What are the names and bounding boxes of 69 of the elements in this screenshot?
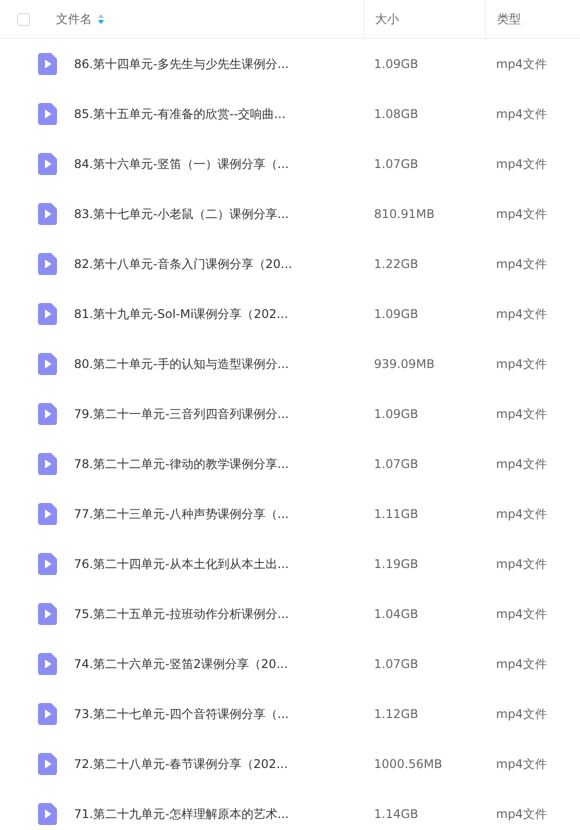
file-name[interactable]: 73.第二十七单元-四个音符课例分享（... [74,706,289,722]
video-file-icon [38,253,57,275]
file-size: 1.07GB [373,657,420,671]
file-size: 1.08GB [373,107,420,121]
file-type: mp4文件 [495,806,548,822]
file-type: mp4文件 [495,656,548,672]
sort-icon[interactable] [98,14,104,24]
file-type: mp4文件 [495,206,548,222]
file-type: mp4文件 [495,306,548,322]
file-size: 939.09MB [373,357,436,371]
file-name[interactable]: 85.第十五单元-有准备的欣赏--交响曲... [74,106,286,122]
file-size: 1.09GB [373,307,420,321]
file-size: 1.09GB [373,57,420,71]
column-header: 大小 [375,10,399,28]
file-size: 810.91MB [373,207,436,221]
file-name[interactable]: 74.第二十六单元-竖笛2课例分享（20... [74,656,288,672]
video-file-icon [38,303,57,325]
column-header: 文件名 [56,10,92,28]
file-type: mp4文件 [495,56,548,72]
file-name[interactable]: 76.第二十四单元-从本土化到从本土出... [74,556,289,572]
file-name[interactable]: 84.第十六单元-竖笛（一）课例分享（... [74,156,289,172]
video-file-icon [38,353,57,375]
video-file-icon [38,503,57,525]
video-file-icon [38,203,57,225]
file-type: mp4文件 [495,606,548,622]
file-size: 1.19GB [373,557,420,571]
file-name[interactable]: 86.第十四单元-多先生与少先生课例分... [74,56,289,72]
file-size: 1.04GB [373,607,420,621]
file-type: mp4文件 [495,756,548,772]
file-size: 1000.56MB [373,757,444,771]
file-size: 1.22GB [373,257,420,271]
video-file-icon [38,53,57,75]
file-type: mp4文件 [495,106,548,122]
file-name[interactable]: 77.第二十三单元-八种声势课例分享（... [74,506,289,522]
file-name[interactable]: 75.第二十五单元-拉班动作分析课例分... [74,606,289,622]
file-size: 1.12GB [373,707,420,721]
file-type: mp4文件 [495,356,548,372]
select-all-checkbox[interactable] [17,12,30,26]
file-type: mp4文件 [495,156,548,172]
video-file-icon [38,703,57,725]
file-type: mp4文件 [495,556,548,572]
file-name[interactable]: 78.第二十二单元-律动的教学课例分享... [74,456,289,472]
file-name[interactable]: 79.第二十一单元-三音列四音列课例分... [74,406,289,422]
file-name[interactable]: 81.第十九单元-Sol-Mi课例分享（202... [74,306,288,322]
video-file-icon [38,553,57,575]
file-name[interactable]: 83.第十七单元-小老鼠（二）课例分享... [74,206,289,222]
file-type: mp4文件 [495,706,548,722]
file-name[interactable]: 82.第十八单元-音条入门课例分享（20... [74,256,292,272]
file-size: 1.07GB [373,157,420,171]
video-file-icon [38,803,57,825]
file-type: mp4文件 [495,456,548,472]
video-file-icon [38,153,57,175]
file-size: 1.14GB [373,807,420,821]
video-file-icon [38,753,57,775]
video-file-icon [38,103,57,125]
file-size: 1.11GB [373,507,420,521]
column-header: 类型 [497,10,521,28]
file-type: mp4文件 [495,406,548,422]
file-name[interactable]: 72.第二十八单元-春节课例分享（202... [74,756,288,772]
file-size: 1.07GB [373,457,420,471]
video-file-icon [38,453,57,475]
file-name[interactable]: 80.第二十单元-手的认知与造型课例分... [74,356,289,372]
file-type: mp4文件 [495,506,548,522]
file-type: mp4文件 [495,256,548,272]
video-file-icon [38,403,57,425]
video-file-icon [38,653,57,675]
file-name[interactable]: 71.第二十九单元-怎样理解原本的艺术... [74,806,289,822]
file-size: 1.09GB [373,407,420,421]
video-file-icon [38,603,57,625]
